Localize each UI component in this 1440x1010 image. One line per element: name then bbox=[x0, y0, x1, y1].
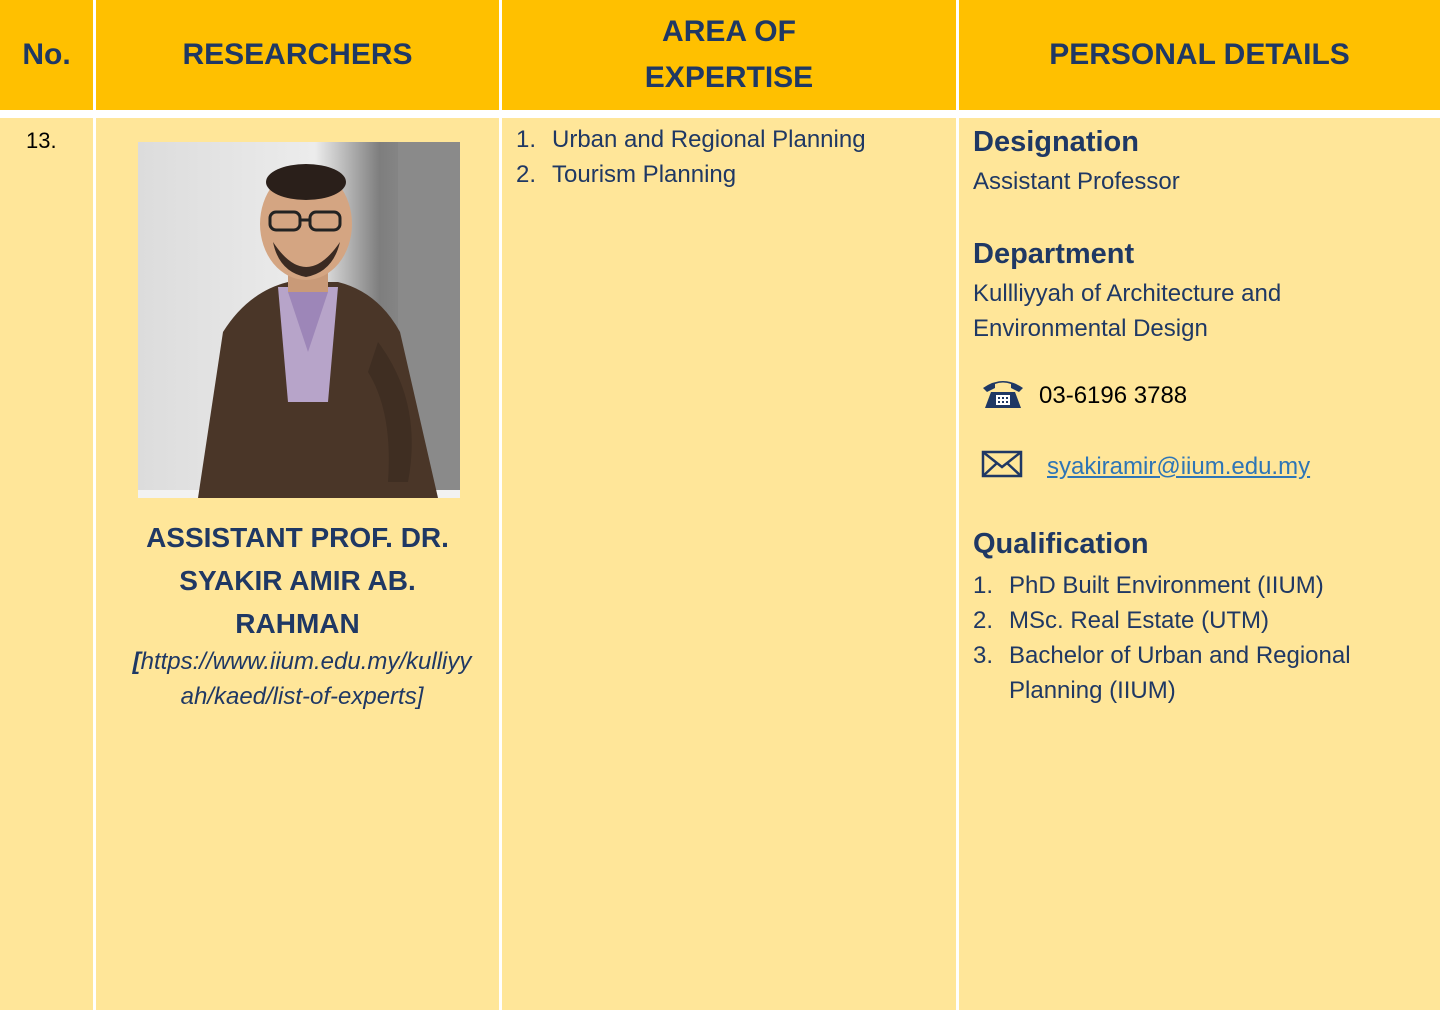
row-number: 13. bbox=[26, 128, 57, 153]
list-item: 1. Urban and Regional Planning bbox=[516, 122, 946, 157]
header-personal: PERSONAL DETAILS bbox=[959, 0, 1440, 110]
designation-value: Assistant Professor bbox=[973, 168, 1180, 195]
cell-expertise: 1. Urban and Regional Planning 2. Tourism … bbox=[502, 118, 956, 1010]
list-item: 2. MSc. Real Estate (UTM) bbox=[973, 603, 1423, 638]
header-no-label: No. bbox=[22, 38, 71, 71]
cell-number: 13. bbox=[0, 118, 93, 1010]
phone-row: 03-6196 3788 bbox=[981, 376, 1187, 415]
item-text: Urban and Regional Planning bbox=[552, 126, 866, 153]
department-heading: Department bbox=[973, 238, 1135, 270]
item-number: 3. bbox=[973, 642, 994, 669]
name-line-3: RAHMAN bbox=[235, 608, 360, 639]
department-line-1: Kullliyyah of Architecture and bbox=[973, 280, 1282, 307]
header-area-line2: EXPERTISE bbox=[644, 61, 814, 94]
expertise-list: 1. Urban and Regional Planning 2. Tourism … bbox=[516, 122, 946, 192]
item-number: 2. bbox=[973, 607, 994, 634]
item-number: 1. bbox=[973, 572, 994, 599]
source-url[interactable]: https://www.iium.edu.my/kulliyyah/kaed/l… bbox=[141, 648, 472, 710]
department-line-2: Environmental Design bbox=[973, 315, 1208, 342]
email-row: syakiramir@iium.edu.my bbox=[981, 450, 1310, 483]
header-researchers-label: RESEARCHERS bbox=[182, 38, 413, 71]
envelope-icon bbox=[981, 450, 1023, 483]
email-link[interactable]: syakiramir@iium.edu.my bbox=[1047, 453, 1310, 481]
cell-personal: Designation Assistant Professor Departme… bbox=[959, 118, 1440, 1010]
item-number: 1. bbox=[516, 126, 537, 153]
item-text: Bachelor of Urban and Regional Planning … bbox=[1009, 642, 1351, 704]
item-text: MSc. Real Estate (UTM) bbox=[1009, 607, 1270, 634]
phone-icon bbox=[981, 376, 1025, 415]
department-value: Kullliyyah of Architecture and Environme… bbox=[973, 276, 1281, 346]
researcher-name: ASSISTANT PROF. DR. SYAKIR AMIR AB. RAHM… bbox=[96, 516, 499, 645]
list-item: 3. Bachelor of Urban and Regional Plannin… bbox=[973, 638, 1423, 708]
item-text: Tourism Planning bbox=[552, 161, 737, 188]
item-text: PhD Built Environment (IIUM) bbox=[1009, 572, 1324, 599]
header-no: No. bbox=[0, 0, 93, 110]
researcher-table: No. RESEARCHERS AREA OF EXPERTISE PERSON… bbox=[0, 0, 1440, 1010]
phone-number: 03-6196 3788 bbox=[1039, 381, 1188, 409]
researcher-photo bbox=[138, 142, 460, 498]
list-item: 2. Tourism Planning bbox=[516, 157, 946, 192]
header-area: AREA OF EXPERTISE bbox=[502, 0, 956, 110]
qualification-heading: Qualification bbox=[973, 528, 1149, 560]
cell-researcher: ASSISTANT PROF. DR. SYAKIR AMIR AB. RAHM… bbox=[96, 118, 499, 1010]
source-reference: [https://www.iium.edu.my/kulliyyah/kaed/… bbox=[132, 644, 472, 714]
header-researchers: RESEARCHERS bbox=[96, 0, 499, 110]
source-bracket: [ bbox=[132, 648, 141, 675]
header-personal-label: PERSONAL DETAILS bbox=[1049, 38, 1350, 71]
header-area-line1: AREA OF bbox=[662, 15, 796, 48]
name-line-1: ASSISTANT PROF. DR. bbox=[146, 522, 449, 553]
designation-heading: Designation bbox=[973, 126, 1139, 158]
item-number: 2. bbox=[516, 161, 537, 188]
list-item: 1. PhD Built Environment (IIUM) bbox=[973, 568, 1423, 603]
qualification-list: 1. PhD Built Environment (IIUM) 2. MSc. Re… bbox=[973, 568, 1423, 708]
name-line-2: SYAKIR AMIR AB. bbox=[179, 565, 416, 596]
